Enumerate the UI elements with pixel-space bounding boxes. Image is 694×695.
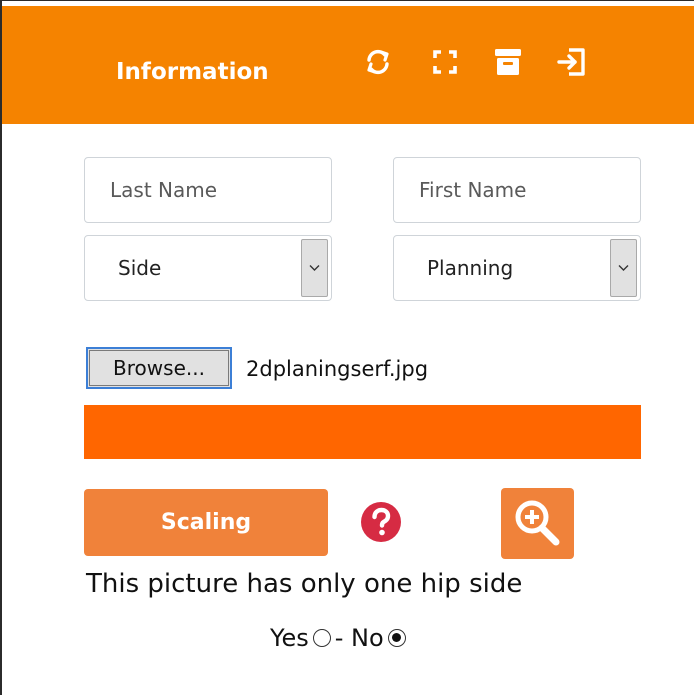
chevron-down-icon[interactable] xyxy=(610,239,637,297)
header-bar xyxy=(2,6,694,124)
planning-select[interactable]: Planning xyxy=(393,235,641,301)
no-label: - No xyxy=(334,624,384,652)
hip-side-question: This picture has only one hip side xyxy=(86,569,523,599)
archive-icon[interactable] xyxy=(491,45,525,79)
selected-file-name: 2dplaningserf.jpg xyxy=(246,357,429,381)
planning-select-value: Planning xyxy=(427,256,514,280)
question-icon[interactable] xyxy=(360,501,402,543)
browse-button[interactable]: Browse... xyxy=(86,347,232,389)
first-name-field[interactable] xyxy=(393,157,641,223)
fullscreen-icon[interactable] xyxy=(428,45,462,79)
chevron-down-icon[interactable] xyxy=(301,239,328,297)
side-select-value: Side xyxy=(118,256,162,280)
scaling-button[interactable]: Scaling xyxy=(84,489,328,556)
zoom-in-icon xyxy=(515,500,560,546)
last-name-field[interactable] xyxy=(84,157,332,223)
hip-side-radio-group: Yes - No xyxy=(270,624,410,652)
page-title: Information xyxy=(116,59,269,85)
zoom-in-button[interactable] xyxy=(501,488,574,559)
side-select[interactable]: Side xyxy=(84,235,332,301)
yes-radio[interactable] xyxy=(312,629,331,647)
upload-progress-bar xyxy=(84,405,641,459)
exit-icon[interactable] xyxy=(555,45,589,79)
yes-label: Yes xyxy=(270,624,309,652)
refresh-icon[interactable] xyxy=(361,45,395,79)
no-radio[interactable] xyxy=(387,629,406,647)
